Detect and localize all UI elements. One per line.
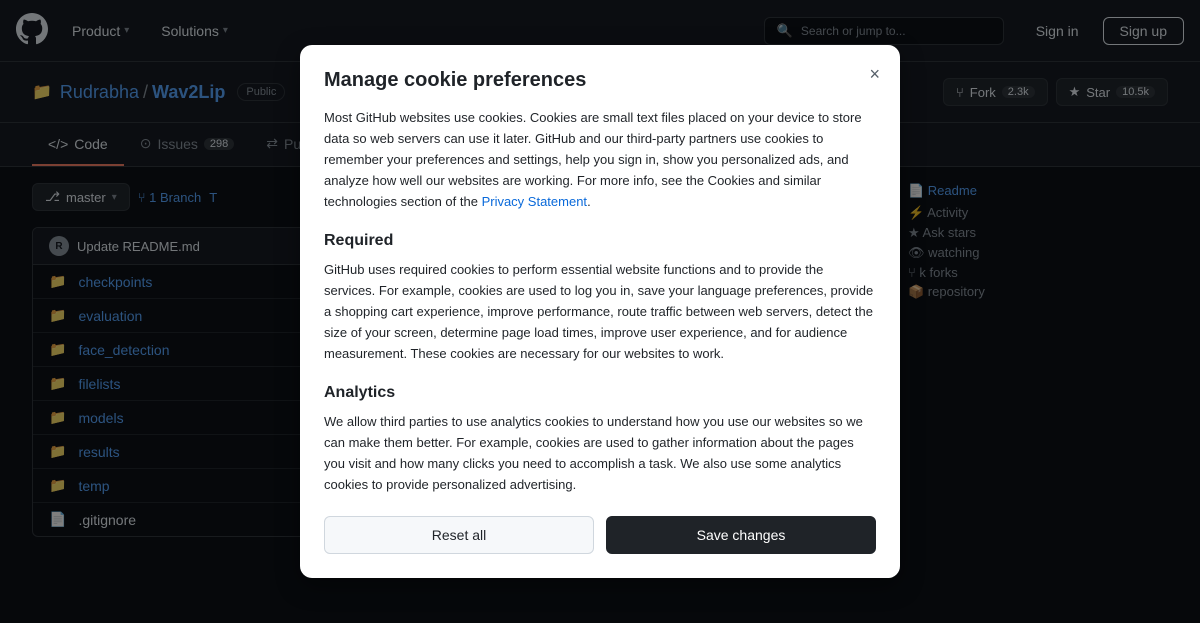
required-section-title: Required <box>324 232 876 250</box>
analytics-section-text: We allow third parties to use analytics … <box>324 412 876 495</box>
cookie-modal: × Manage cookie preferences Most GitHub … <box>300 45 900 577</box>
analytics-section-title: Analytics <box>324 384 876 402</box>
modal-intro-end: . <box>587 194 591 209</box>
modal-intro-body: Most GitHub websites use cookies. Cookie… <box>324 110 862 208</box>
modal-intro-text: Most GitHub websites use cookies. Cookie… <box>324 108 876 212</box>
required-section-text: GitHub uses required cookies to perform … <box>324 260 876 364</box>
modal-close-button[interactable]: × <box>865 61 884 87</box>
save-changes-button[interactable]: Save changes <box>606 516 876 554</box>
modal-title: Manage cookie preferences <box>324 69 876 92</box>
privacy-statement-link[interactable]: Privacy Statement <box>482 194 588 209</box>
modal-overlay[interactable]: × Manage cookie preferences Most GitHub … <box>0 0 1200 623</box>
modal-actions: Reset all Save changes <box>324 516 876 554</box>
reset-all-button[interactable]: Reset all <box>324 516 594 554</box>
